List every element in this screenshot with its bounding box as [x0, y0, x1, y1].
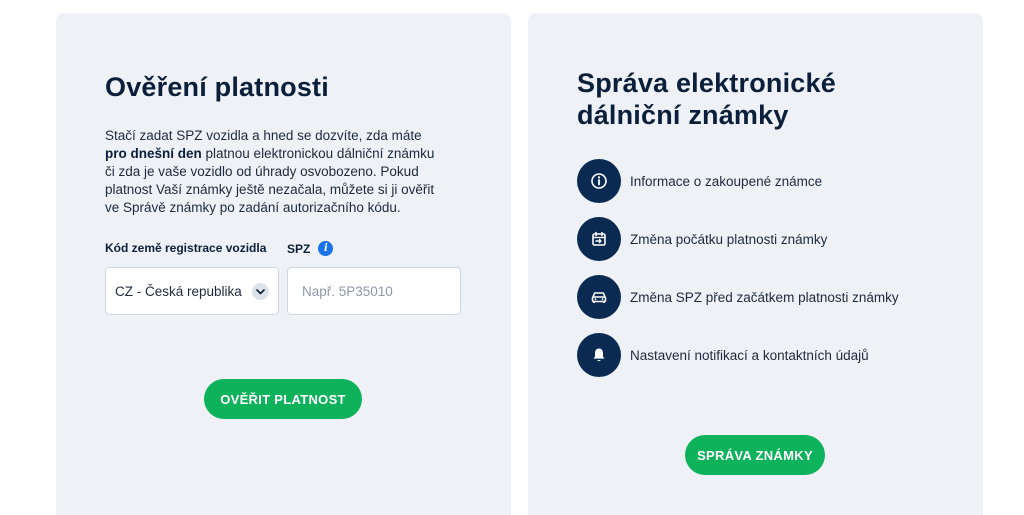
verify-intro: Stačí zadat SPZ vozidla a hned se dozvít…: [105, 127, 435, 217]
manage-title-line-1: Správa elektronické: [577, 68, 836, 98]
spz-input[interactable]: [287, 267, 461, 315]
manage-card: Správa elektronické dálniční známky Info…: [528, 13, 983, 515]
manage-button[interactable]: SPRÁVA ZNÁMKY: [685, 435, 825, 475]
spz-label-group: SPZ i: [287, 241, 334, 256]
manage-title-line-2: dálniční známky: [577, 100, 789, 130]
feature-label: Změna SPZ před začátkem platnosti známky: [630, 289, 899, 305]
intro-bold-text: pro dnešní den: [105, 146, 202, 161]
intro-text-1: Stačí zadat SPZ vozidla a hned se dozvít…: [105, 128, 422, 143]
feature-item-validity-start: Změna počátku platnosti známky: [577, 217, 983, 261]
info-icon: [577, 159, 621, 203]
info-icon[interactable]: i: [318, 241, 334, 256]
feature-label: Nastavení notifikací a kontaktních údajů: [630, 347, 869, 363]
verify-title: Ověření platnosti: [105, 72, 329, 102]
car-icon: [577, 275, 621, 319]
feature-list: Informace o zakoupené známce Změna počát…: [577, 159, 983, 377]
country-select-value: CZ - Česká republika: [115, 283, 242, 299]
chevron-down-icon: [252, 283, 269, 300]
spz-label: SPZ: [287, 241, 311, 256]
calendar-icon: [577, 217, 621, 261]
country-label: Kód země registrace vozidla: [105, 241, 267, 255]
feature-item-notifications: Nastavení notifikací a kontaktních údajů: [577, 333, 983, 377]
verify-card: Ověření platnosti Stačí zadat SPZ vozidl…: [56, 13, 511, 515]
feature-label: Změna počátku platnosti známky: [630, 231, 828, 247]
country-select[interactable]: CZ - Česká republika: [105, 267, 279, 315]
feature-item-spz-change: Změna SPZ před začátkem platnosti známky: [577, 275, 983, 319]
verify-button[interactable]: OVĚŘIT PLATNOST: [204, 379, 362, 419]
page: Ověření platnosti Stačí zadat SPZ vozidl…: [0, 0, 1024, 515]
verify-form: Kód země registrace vozidla SPZ i CZ - Č…: [105, 241, 511, 317]
feature-label: Informace o zakoupené známce: [630, 173, 823, 189]
bell-icon: [577, 333, 621, 377]
feature-item-info: Informace o zakoupené známce: [577, 159, 983, 203]
manage-title: Správa elektronické dálniční známky: [577, 67, 983, 131]
